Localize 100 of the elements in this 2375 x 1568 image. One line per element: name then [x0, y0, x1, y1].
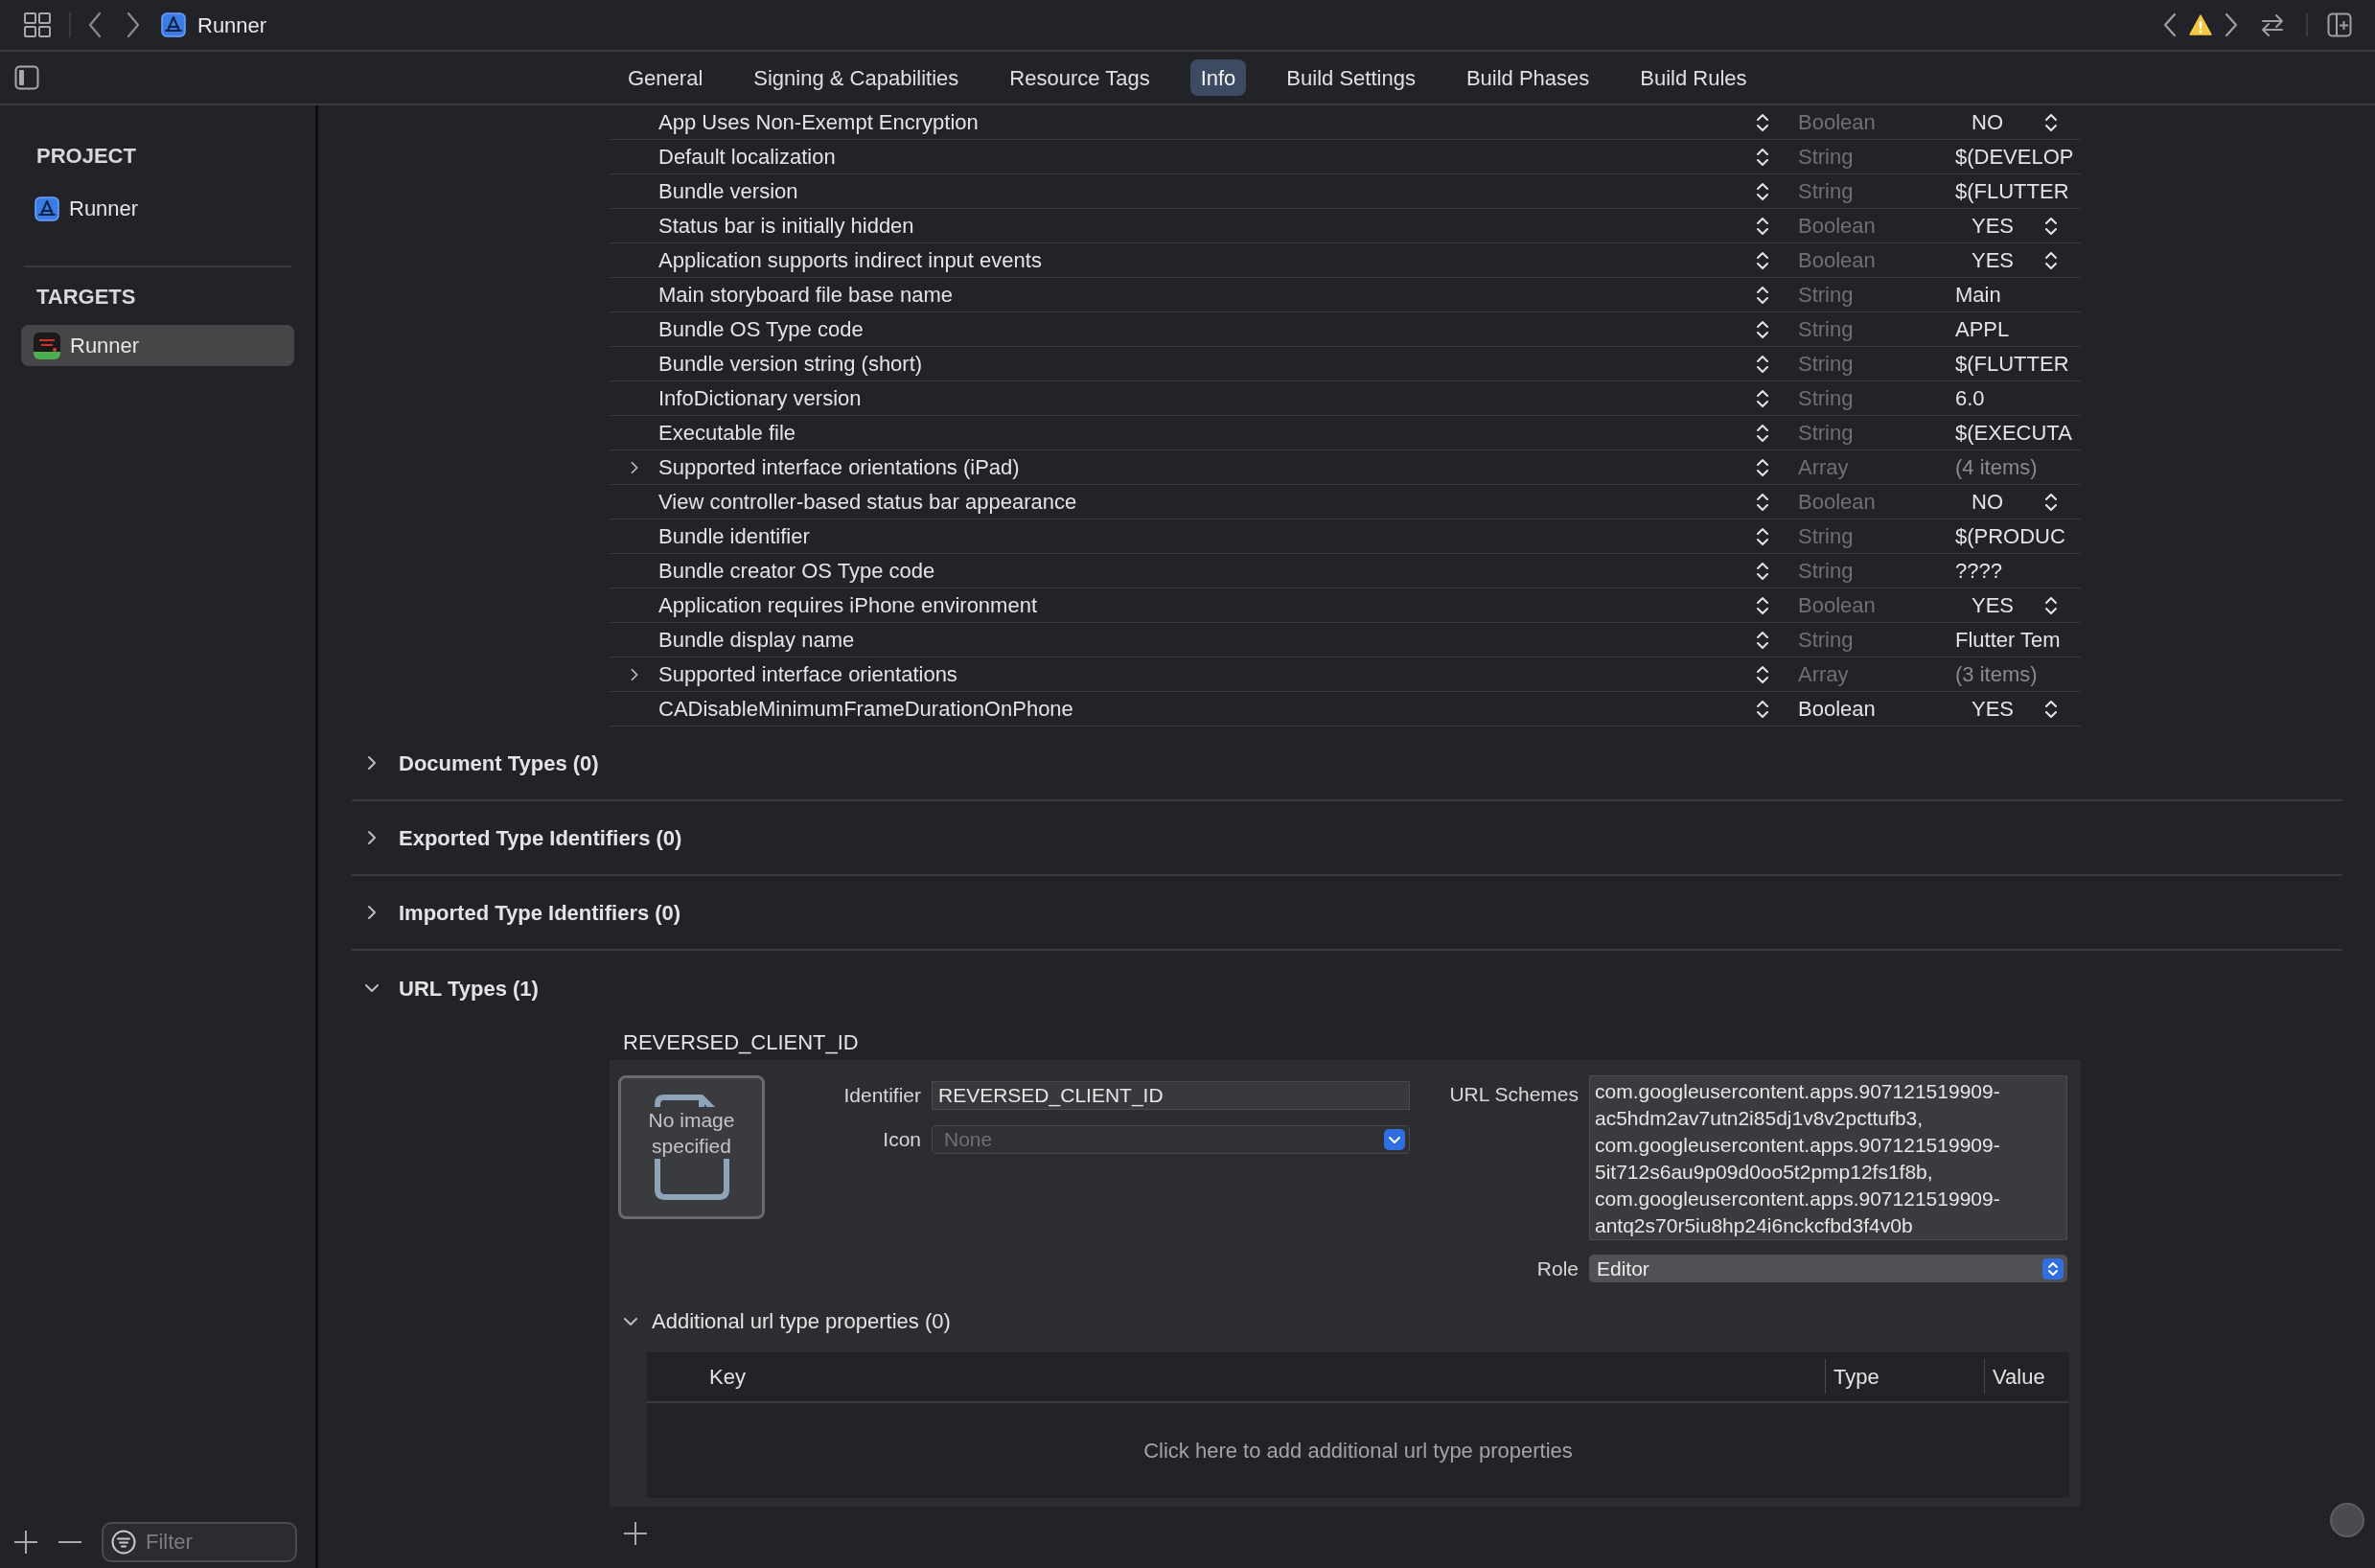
property-key: CADisableMinimumFrameDurationOnPhone: [658, 693, 1756, 725]
sidebar-item[interactable]: Runner: [21, 325, 294, 366]
add-icon[interactable]: [13, 1530, 38, 1555]
property-type: Boolean: [1798, 696, 1877, 723]
key-stepper-icon[interactable]: [1756, 215, 1769, 237]
key-stepper-icon[interactable]: [1756, 180, 1769, 202]
tab[interactable]: Signing & Capabilities: [743, 59, 970, 96]
property-row[interactable]: Bundle display name String Flutter Tem: [610, 623, 2081, 657]
key-stepper-icon[interactable]: [1756, 663, 1769, 685]
property-type: String: [1798, 351, 1855, 378]
property-row[interactable]: InfoDictionary version String 6.0: [610, 381, 2081, 416]
dropdown-stepper-icon: [2042, 1257, 2064, 1280]
tab[interactable]: Build Settings: [1276, 59, 1426, 96]
field-label: Icon: [882, 1127, 922, 1153]
property-key: Bundle display name: [658, 624, 1756, 656]
image-well[interactable]: No image specified: [618, 1075, 765, 1219]
grid-icon[interactable]: [23, 12, 52, 38]
section-header[interactable]: URL Types (1): [352, 951, 2342, 1026]
back-icon[interactable]: [2162, 12, 2178, 37]
key-stepper-icon[interactable]: [1756, 318, 1769, 340]
property-row[interactable]: View controller-based status bar appearance Boolean NO: [610, 485, 2081, 519]
key-stepper-icon[interactable]: [1756, 698, 1769, 720]
key-stepper-icon[interactable]: [1756, 629, 1769, 651]
property-row[interactable]: Application requires iPhone environment Boolean YES: [610, 588, 2081, 623]
property-value: ????: [1955, 558, 2002, 585]
property-key: Status bar is initially hidden: [658, 210, 1756, 242]
forward-icon[interactable]: [2224, 12, 2239, 37]
key-stepper-icon[interactable]: [1756, 456, 1769, 478]
property-row[interactable]: Executable file String $(EXECUTA: [610, 416, 2081, 450]
property-key: Application requires iPhone environment: [658, 589, 1756, 621]
tab[interactable]: Build Rules: [1629, 59, 1758, 96]
property-value: NO: [1971, 489, 2004, 516]
key-stepper-icon[interactable]: [1756, 387, 1769, 409]
property-type: String: [1798, 385, 1855, 412]
column-header[interactable]: Key: [709, 1360, 746, 1393]
value-stepper-icon[interactable]: [2044, 698, 2058, 720]
value-stepper-icon[interactable]: [2044, 594, 2058, 616]
forward-icon[interactable]: [125, 12, 142, 38]
property-row[interactable]: Main storyboard file base name String Main: [610, 278, 2081, 312]
property-row[interactable]: Bundle creator OS Type code String ????: [610, 554, 2081, 588]
tab[interactable]: Resource Tags: [999, 59, 1161, 96]
property-value: APPL: [1955, 316, 2010, 343]
section-header[interactable]: Imported Type Identifiers (0): [352, 876, 2342, 951]
key-stepper-icon[interactable]: [1756, 353, 1769, 375]
key-stepper-icon[interactable]: [1756, 525, 1769, 547]
key-stepper-icon[interactable]: [1756, 560, 1769, 582]
sidebar-toggle-icon[interactable]: [14, 65, 39, 90]
sidebar-heading: TARGETS: [36, 284, 137, 310]
column-header[interactable]: Type: [1833, 1360, 1879, 1393]
key-stepper-icon[interactable]: [1756, 284, 1769, 306]
value-stepper-icon[interactable]: [2044, 249, 2058, 271]
property-row[interactable]: CADisableMinimumFrameDurationOnPhone Boolean YES: [610, 692, 2081, 726]
swap-arrows-icon[interactable]: [2260, 12, 2285, 37]
property-row[interactable]: Bundle version String $(FLUTTER: [610, 174, 2081, 209]
url-schemes-field[interactable]: com.googleusercontent.apps.907121519909-ac5hdm2av7utn2i85dj1v8v2pcttufb3, com.googleusercontent.apps.907121519909-5it712s6au9p09d0oo5t2pmp12fs1f8b, com.googleusercontent.apps.907121519909-antq2s70r5iu8hp24i6nckcfbd3f4v0b: [1589, 1075, 2067, 1240]
key-stepper-icon[interactable]: [1756, 249, 1769, 271]
property-type: String: [1798, 282, 1855, 309]
property-row[interactable]: Status bar is initially hidden Boolean YES: [610, 209, 2081, 243]
property-type: Boolean: [1798, 489, 1877, 516]
property-row[interactable]: Bundle identifier String $(PRODUC: [610, 519, 2081, 554]
key-stepper-icon[interactable]: [1756, 491, 1769, 513]
dropdown-chevron-icon: [1384, 1129, 1405, 1150]
tab[interactable]: Info: [1189, 59, 1247, 96]
tab[interactable]: Build Phases: [1455, 59, 1601, 96]
property-row[interactable]: App Uses Non-Exempt Encryption Boolean NO: [610, 105, 2081, 140]
subsection-title[interactable]: Additional url type properties (0): [652, 1305, 951, 1337]
back-icon[interactable]: [86, 12, 104, 38]
value-stepper-icon[interactable]: [2044, 491, 2058, 513]
role-dropdown[interactable]: Editor: [1589, 1255, 2067, 1283]
value-stepper-icon[interactable]: [2044, 111, 2058, 133]
add-panel-icon[interactable]: [2327, 12, 2352, 37]
property-key: Supported interface orientations: [658, 658, 1756, 690]
filter-field[interactable]: Filter: [102, 1522, 297, 1562]
property-value: $(FLUTTER: [1955, 351, 2069, 378]
property-type: String: [1798, 558, 1855, 585]
tab[interactable]: General: [617, 59, 714, 96]
empty-table-text[interactable]: Click here to add additional url type properties: [1143, 1434, 1573, 1466]
sidebar-item[interactable]: Runner: [21, 188, 294, 229]
section-header[interactable]: Exported Type Identifiers (0): [352, 801, 2342, 876]
identifier-field[interactable]: REVERSED_CLIENT_ID: [932, 1081, 1410, 1110]
property-key: Bundle version string (short): [658, 348, 1756, 380]
property-value: $(FLUTTER: [1955, 178, 2069, 205]
property-row[interactable]: Application supports indirect input events Boolean YES: [610, 243, 2081, 278]
property-row[interactable]: Supported interface orientations (iPad) Array (4 items): [610, 450, 2081, 485]
property-row[interactable]: Supported interface orientations Array (3 items): [610, 657, 2081, 692]
property-key: Bundle OS Type code: [658, 313, 1756, 345]
key-stepper-icon[interactable]: [1756, 422, 1769, 444]
warning-icon[interactable]: [2189, 14, 2212, 35]
column-header[interactable]: Value: [1993, 1360, 2045, 1393]
property-row[interactable]: Bundle OS Type code String APPL: [610, 312, 2081, 347]
property-row[interactable]: Bundle version string (short) String $(FLUTTER: [610, 347, 2081, 381]
property-type: Boolean: [1798, 213, 1877, 240]
property-type: String: [1798, 316, 1855, 343]
value-stepper-icon[interactable]: [2044, 215, 2058, 237]
add-icon[interactable]: [623, 1521, 648, 1546]
key-stepper-icon[interactable]: [1756, 146, 1769, 168]
key-stepper-icon[interactable]: [1756, 111, 1769, 133]
section-header[interactable]: Document Types (0): [352, 726, 2342, 801]
key-stepper-icon[interactable]: [1756, 594, 1769, 616]
property-row[interactable]: Default localization String $(DEVELOP: [610, 140, 2081, 174]
